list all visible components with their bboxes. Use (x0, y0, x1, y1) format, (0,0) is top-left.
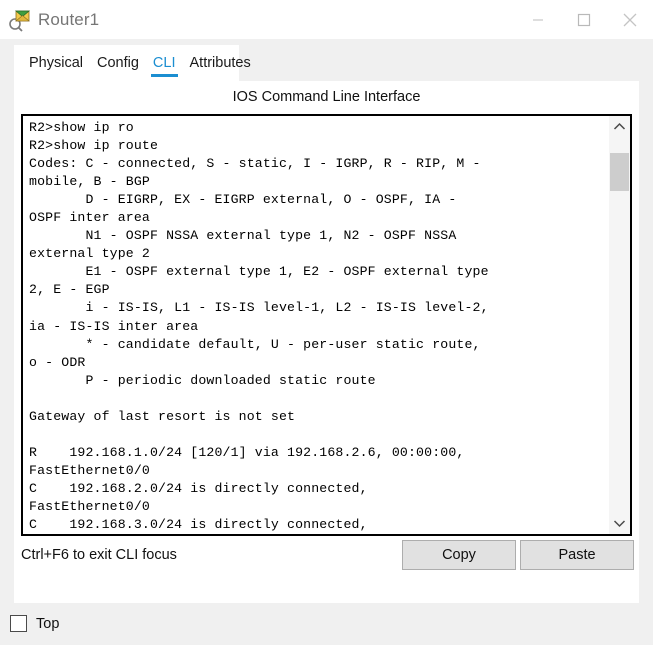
title-bar: Router1 (0, 0, 653, 39)
top-checkbox[interactable] (10, 615, 27, 632)
chevron-down-icon (613, 520, 626, 528)
tab-cli[interactable]: CLI (146, 45, 183, 81)
tab-config-label: Config (97, 55, 139, 71)
terminal-container: R2>show ip ro R2>show ip route Codes: C … (21, 114, 632, 536)
minimize-icon (533, 18, 543, 21)
scroll-down-button[interactable] (609, 513, 630, 534)
maximize-icon (577, 13, 591, 26)
tab-physical-label: Physical (29, 55, 83, 71)
terminal-scrollbar[interactable] (608, 116, 630, 534)
cli-focus-hint: Ctrl+F6 to exit CLI focus (21, 547, 177, 563)
tab-cli-label: CLI (152, 55, 176, 71)
tab-attributes[interactable]: Attributes (183, 45, 258, 81)
chevron-up-icon (613, 122, 626, 130)
window-title: Router1 (38, 9, 100, 29)
tab-physical[interactable]: Physical (22, 45, 90, 81)
tab-strip: Physical Config CLI Attributes (14, 45, 251, 81)
panel-header: IOS Command Line Interface (232, 89, 421, 105)
router-magnifier-icon (8, 8, 32, 32)
copy-button[interactable]: Copy (402, 540, 516, 570)
paste-button[interactable]: Paste (520, 540, 634, 570)
tab-attributes-label: Attributes (189, 55, 251, 71)
tab-config[interactable]: Config (90, 45, 146, 81)
scroll-up-button[interactable] (609, 116, 630, 137)
cli-panel: IOS Command Line Interface R2>show ip ro… (14, 81, 639, 603)
minimize-button[interactable] (515, 0, 561, 39)
router-cli-window: Router1 Physical Config CLI Attributes I… (0, 0, 653, 645)
close-button[interactable] (607, 0, 653, 39)
top-checkbox-label: Top (36, 615, 60, 632)
maximize-button[interactable] (561, 0, 607, 39)
terminal-output[interactable]: R2>show ip ro R2>show ip route Codes: C … (23, 116, 608, 534)
window-controls (515, 0, 653, 39)
scrollbar-thumb[interactable] (610, 153, 629, 191)
top-checkbox-row[interactable]: Top (10, 615, 59, 632)
close-icon (623, 13, 637, 26)
